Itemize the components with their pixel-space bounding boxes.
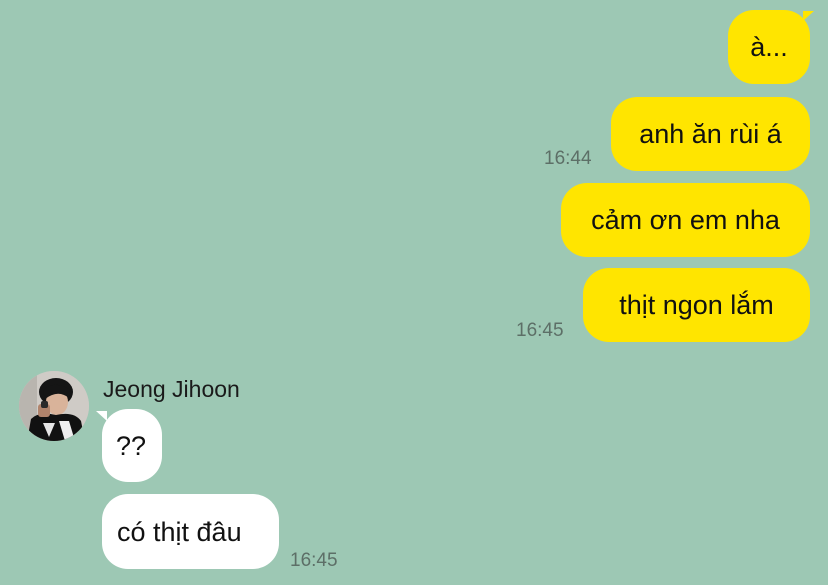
incoming-message[interactable]: có thịt đâu	[102, 494, 279, 569]
message-text: anh ăn rùi á	[639, 119, 782, 149]
message-text: à...	[750, 32, 788, 62]
message-text: có thịt đâu	[117, 517, 242, 547]
bubble-tail	[803, 11, 814, 21]
outgoing-message[interactable]: à...	[728, 10, 810, 84]
contact-name: Jeong Jihoon	[103, 376, 240, 402]
bubble-tail	[96, 411, 107, 421]
incoming-message[interactable]: ??	[102, 409, 162, 482]
outgoing-message[interactable]: anh ăn rùi á	[611, 97, 810, 171]
message-timestamp: 16:45	[516, 320, 564, 341]
outgoing-message[interactable]: cảm ơn em nha	[561, 183, 810, 257]
message-text: cảm ơn em nha	[591, 205, 780, 235]
contact-avatar[interactable]	[19, 371, 89, 441]
outgoing-message[interactable]: thịt ngon lắm	[583, 268, 810, 342]
message-timestamp: 16:44	[544, 148, 592, 169]
message-timestamp: 16:45	[290, 550, 338, 571]
message-text: thịt ngon lắm	[619, 290, 774, 320]
message-text: ??	[116, 431, 147, 461]
avatar-photo	[19, 371, 89, 441]
